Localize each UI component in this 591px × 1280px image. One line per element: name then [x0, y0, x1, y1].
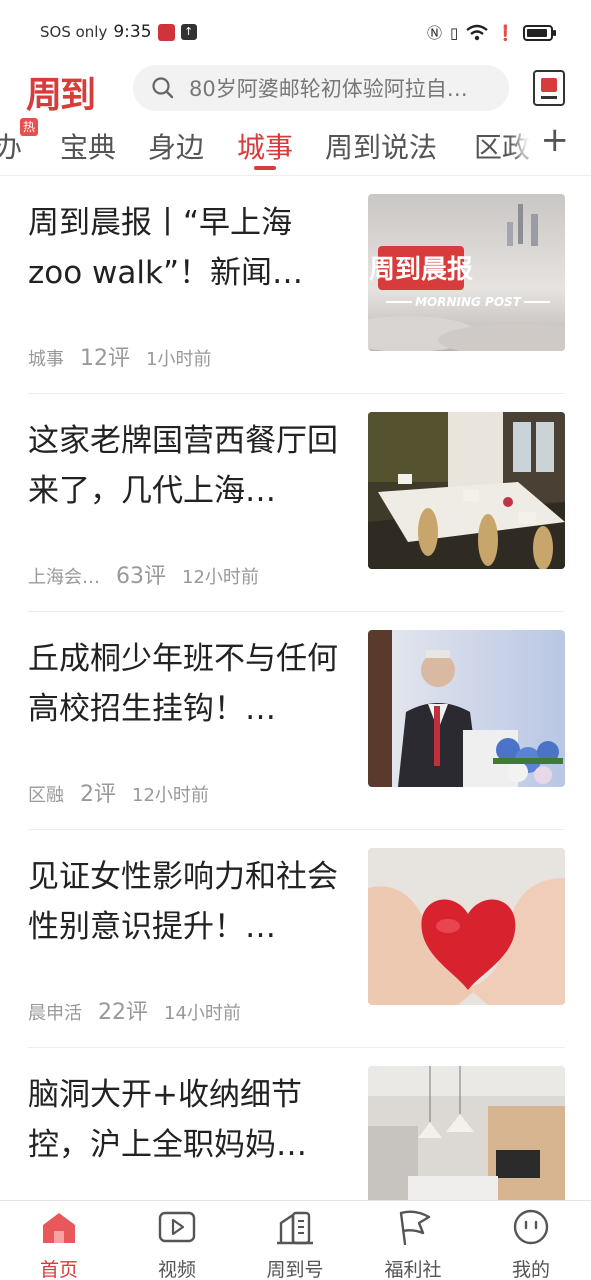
news-title: 这家老牌国营西餐厅回来了，几代上海… — [28, 423, 338, 509]
video-icon — [158, 1211, 196, 1243]
news-meta: 城事 12评 1小时前 — [28, 340, 211, 372]
app-header: 周到 80岁阿婆邮轮初体验阿拉自… — [0, 62, 591, 116]
nav-home[interactable]: 首页 — [14, 1209, 104, 1280]
tab-zhoudao-shuofa[interactable]: 周到说法 — [325, 126, 437, 166]
battery-icon — [523, 24, 556, 41]
news-source: 上海会… — [28, 567, 100, 588]
news-thumbnail — [368, 1066, 565, 1200]
news-meta: 晨申活 22评 14小时前 — [28, 994, 241, 1026]
active-tab-indicator — [254, 166, 276, 170]
tab-baodian[interactable]: 宝典 — [60, 126, 116, 166]
hot-badge: 热 — [20, 118, 38, 136]
app-notification-icon — [157, 23, 175, 41]
news-item[interactable]: 丘成桐少年班不与任何高校招生挂钩！… 区融 2评 12小时前 — [28, 612, 565, 830]
thumbnail-subtext: MORNING POST — [415, 295, 522, 309]
comment-count: 2评 — [80, 782, 116, 807]
news-time: 12小时前 — [182, 567, 259, 588]
search-placeholder: 80岁阿婆邮轮初体验阿拉自… — [189, 77, 468, 101]
news-item[interactable]: 见证女性影响力和社会性别意识提升！… 晨申活 22评 14小时前 — [28, 830, 565, 1048]
tab-shenbian[interactable]: 身边 — [148, 126, 204, 166]
news-source: 晨申活 — [28, 1003, 82, 1024]
vibrate-icon: ▯ — [450, 23, 459, 42]
nav-zhoudaohao[interactable]: 周到号 — [250, 1209, 340, 1280]
news-thumbnail: 周到晨报 MORNING POST — [368, 194, 565, 351]
news-thumbnail — [368, 630, 565, 787]
nav-video-label: 视频 — [157, 1259, 196, 1280]
news-item[interactable]: 周到晨报丨“早上海zoo walk”！新闻… 城事 12评 1小时前 周到晨报 … — [28, 176, 565, 394]
news-item[interactable]: 这家老牌国营西餐厅回来了，几代上海… 上海会… 63评 12小时前 — [28, 394, 565, 612]
nav-fulishe[interactable]: 福利社 — [368, 1209, 458, 1280]
status-time: 9:35 — [113, 22, 152, 42]
nav-video[interactable]: 视频 — [132, 1209, 222, 1280]
category-tabs: 办 热 宝典 身边 城事 周到说法 区政 + — [0, 118, 591, 176]
news-meta: 区融 2评 12小时前 — [28, 776, 209, 808]
nav-home-label: 首页 — [39, 1259, 78, 1280]
news-title: 丘成桐少年班不与任何高校招生挂钩！… — [28, 641, 338, 727]
tab-chengshi[interactable]: 城事 — [237, 126, 293, 166]
profile-icon — [513, 1209, 549, 1245]
home-icon — [43, 1213, 75, 1243]
news-source: 城事 — [28, 349, 64, 370]
nav-mine[interactable]: 我的 — [486, 1209, 576, 1280]
news-meta: 上海会… 63评 12小时前 — [28, 558, 259, 590]
building-icon — [277, 1211, 313, 1245]
upload-notification-icon: ↑ — [180, 24, 197, 40]
search-icon — [152, 77, 174, 99]
news-source: 区融 — [28, 785, 64, 806]
comment-count: 22评 — [98, 1000, 148, 1025]
nfc-icon: Ⓝ — [427, 24, 443, 42]
news-time: 1小时前 — [146, 349, 212, 370]
flag-icon — [399, 1210, 431, 1246]
news-thumbnail — [368, 848, 565, 1005]
status-left: SOS only 9:35 ↑ — [40, 22, 197, 42]
tab-quzheng[interactable]: 区政 — [474, 126, 530, 166]
add-tab-button[interactable]: + — [530, 120, 569, 160]
news-time: 14小时前 — [164, 1003, 241, 1024]
news-title: 脑洞大开+收纳细节控，沪上全职妈妈… — [28, 1077, 307, 1163]
news-thumbnail — [368, 412, 565, 569]
bottom-navigation: 首页 视频 周到号 福利社 我的 — [0, 1200, 591, 1280]
carrier-text: SOS only — [40, 23, 108, 41]
app-logo[interactable]: 周到 — [26, 66, 96, 118]
wifi-icon — [466, 24, 489, 40]
news-title: 见证女性影响力和社会性别意识提升！… — [28, 859, 338, 945]
comment-count: 63评 — [116, 564, 166, 589]
news-title: 周到晨报丨“早上海zoo walk”！新闻… — [28, 205, 304, 291]
search-bar[interactable]: 80岁阿婆邮轮初体验阿拉自… — [133, 65, 509, 111]
comment-count: 12评 — [80, 346, 130, 371]
thumbnail-logo-text: 周到晨报 — [369, 254, 473, 285]
alert-icon: ❗ — [496, 23, 515, 42]
newspaper-icon[interactable] — [533, 70, 565, 106]
nav-zhoudaohao-label: 周到号 — [266, 1259, 324, 1280]
nav-fulishe-label: 福利社 — [384, 1259, 442, 1280]
status-bar: SOS only 9:35 ↑ Ⓝ ▯ ❗ — [0, 0, 591, 62]
nav-mine-label: 我的 — [511, 1259, 550, 1280]
status-right: Ⓝ ▯ ❗ — [427, 22, 556, 43]
news-time: 12小时前 — [132, 785, 209, 806]
tab-ban[interactable]: 办 — [0, 126, 22, 166]
